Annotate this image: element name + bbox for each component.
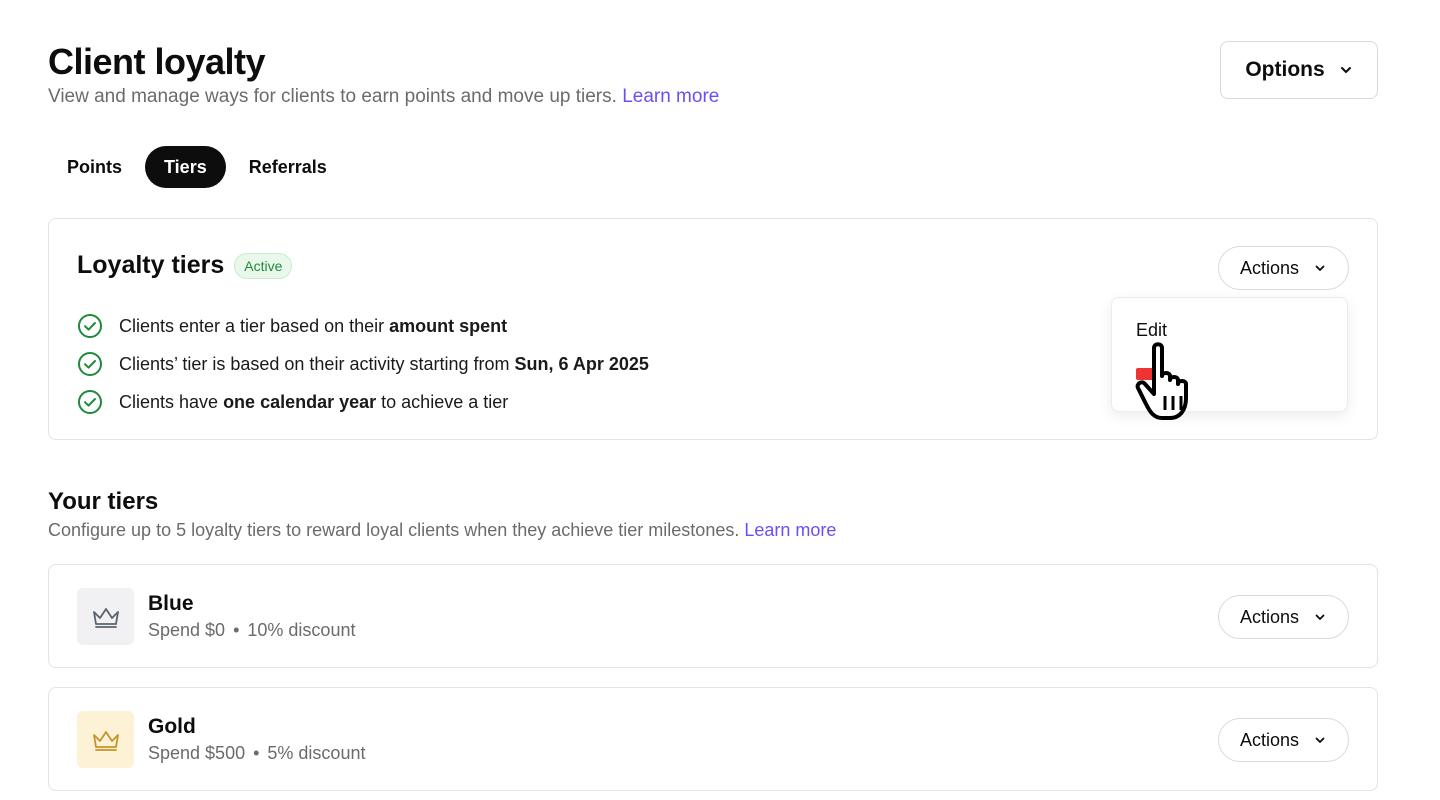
loyalty-rules-list: Clients enter a tier based on their amou… xyxy=(77,307,649,421)
chevron-down-icon xyxy=(1315,614,1325,620)
tier-icon-container xyxy=(77,711,134,768)
actions-label: Actions xyxy=(1239,257,1300,278)
check-circle-icon xyxy=(78,314,102,338)
tier-actions-button[interactable]: Actions xyxy=(1218,595,1349,639)
crown-icon xyxy=(92,730,119,751)
menu-item-edit[interactable]: Edit xyxy=(1136,320,1167,341)
tier-meta: Spend $500 • 5% discount xyxy=(148,743,366,763)
tier-discount: 5% discount xyxy=(267,743,366,763)
tier-discount: 10% discount xyxy=(247,620,356,640)
rule-text: to achieve a tier xyxy=(376,391,509,412)
tab-referrals[interactable]: Referrals xyxy=(230,146,346,188)
loyalty-tiers-heading: Loyalty tiers xyxy=(77,251,225,279)
tier-card-blue: Blue Spend $0 • 10% discount Actions xyxy=(48,564,1378,668)
loyalty-tiers-title: Loyalty tiers Active xyxy=(77,251,293,280)
page-subtitle: View and manage ways for clients to earn… xyxy=(48,84,719,110)
check-circle-icon xyxy=(78,352,102,376)
your-tiers-title: Your tiers xyxy=(48,488,159,515)
your-tiers-subtitle: Configure up to 5 loyalty tiers to rewar… xyxy=(48,520,836,541)
tab-bar: Points Tiers Referrals xyxy=(48,146,346,188)
rule-text: Clients have xyxy=(119,391,224,412)
rule-item: Clients have one calendar year to achiev… xyxy=(77,383,649,421)
actions-label: Actions xyxy=(1239,606,1300,627)
chevron-down-icon xyxy=(1315,265,1325,271)
rule-bold-text: one calendar year xyxy=(223,391,377,412)
tier-spend: Spend $0 xyxy=(148,620,226,640)
tier-spend: Spend $500 xyxy=(148,743,246,763)
tab-points[interactable]: Points xyxy=(48,146,141,188)
status-badge: Active xyxy=(234,252,293,279)
tier-name: Gold xyxy=(148,715,196,738)
learn-more-link[interactable]: Learn more xyxy=(622,86,719,107)
rule-bold-text: amount spent xyxy=(389,315,508,336)
your-tiers-subtitle-text: Configure up to 5 loyalty tiers to rewar… xyxy=(48,520,740,540)
tier-icon-container xyxy=(77,588,134,645)
crown-icon xyxy=(92,607,119,628)
rule-item: Clients enter a tier based on their amou… xyxy=(77,307,649,345)
chevron-down-icon xyxy=(1315,737,1325,743)
page-title: Client loyalty xyxy=(48,41,266,82)
tier-name: Blue xyxy=(148,592,194,615)
loyalty-actions-button[interactable]: Actions xyxy=(1218,246,1349,290)
tab-tiers[interactable]: Tiers xyxy=(145,146,226,188)
learn-more-link[interactable]: Learn more xyxy=(744,520,836,540)
actions-label: Actions xyxy=(1239,729,1300,750)
chevron-down-icon xyxy=(1340,67,1351,73)
tier-card-gold: Gold Spend $500 • 5% discount Actions xyxy=(48,687,1378,791)
rule-bold-text: Sun, 6 Apr 2025 xyxy=(514,353,649,374)
tier-meta: Spend $0 • 10% discount xyxy=(148,620,356,640)
rule-text: Clients’ tier is based on their activity… xyxy=(119,353,515,374)
rule-text: Clients enter a tier based on their xyxy=(119,315,390,336)
check-circle-icon xyxy=(78,390,102,414)
rule-item: Clients’ tier is based on their activity… xyxy=(77,345,649,383)
tier-actions-button[interactable]: Actions xyxy=(1218,718,1349,762)
options-label: Options xyxy=(1245,58,1325,81)
options-button[interactable]: Options xyxy=(1220,41,1378,99)
page-subtitle-text: View and manage ways for clients to earn… xyxy=(48,86,617,107)
page-header: Client loyalty View and manage ways for … xyxy=(48,40,719,110)
hand-pointer-icon xyxy=(1135,342,1188,420)
